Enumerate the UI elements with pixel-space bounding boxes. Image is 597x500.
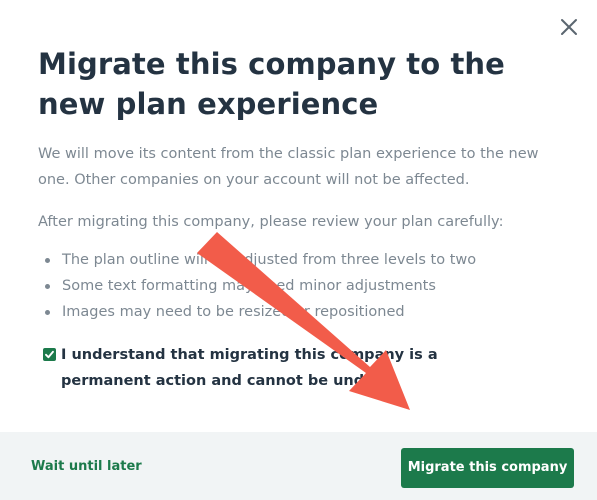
confirm-checkbox-row[interactable]: I understand that migrating this company… [43, 342, 560, 394]
review-note: After migrating this company, please rev… [38, 214, 504, 230]
migrate-company-button[interactable]: Migrate this company [401, 448, 574, 488]
list-item: Some text formatting may need minor adju… [45, 273, 560, 299]
confirm-label: I understand that migrating this company… [61, 347, 438, 389]
confirm-checkbox[interactable] [43, 348, 56, 361]
list-item: Images may need to be resized or reposit… [45, 299, 560, 325]
intro-text: We will move its content from the classi… [38, 146, 539, 188]
checkmark-icon [45, 350, 54, 359]
dialog-footer: Wait until later Migrate this company [0, 432, 597, 500]
wait-until-later-link[interactable]: Wait until later [31, 458, 142, 476]
dialog-title: Migrate this company to the new plan exp… [38, 47, 505, 121]
change-list: The plan outline will be adjusted from t… [38, 247, 560, 325]
dialog-body: Migrate this company to the new plan exp… [38, 0, 560, 394]
close-icon [561, 19, 577, 35]
close-button[interactable] [558, 16, 580, 38]
migration-dialog: Migrate this company to the new plan exp… [0, 0, 597, 500]
list-item: The plan outline will be adjusted from t… [45, 247, 560, 273]
